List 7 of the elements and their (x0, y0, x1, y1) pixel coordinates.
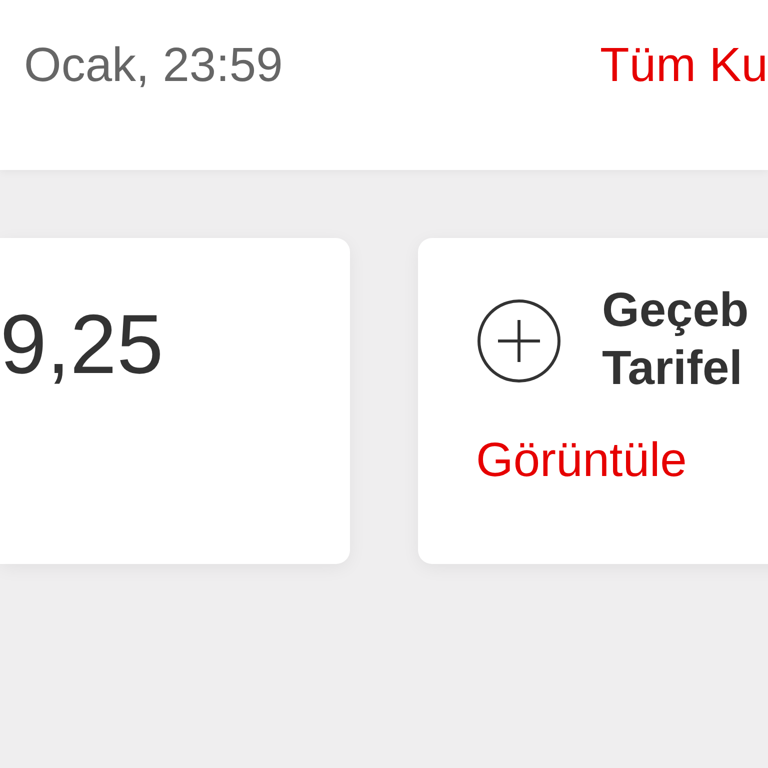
plus-circle-icon (476, 298, 562, 384)
view-link[interactable]: Görüntüle (476, 435, 687, 488)
date-text: Ocak, 23:59 (24, 40, 283, 93)
all-link[interactable]: Tüm Ku (580, 40, 768, 93)
amount-text: 9,25 (0, 297, 164, 391)
tariff-card[interactable]: Geçeb Tarifel Görüntüle (418, 238, 768, 564)
card-title: Geçeb Tarifel (602, 283, 749, 397)
